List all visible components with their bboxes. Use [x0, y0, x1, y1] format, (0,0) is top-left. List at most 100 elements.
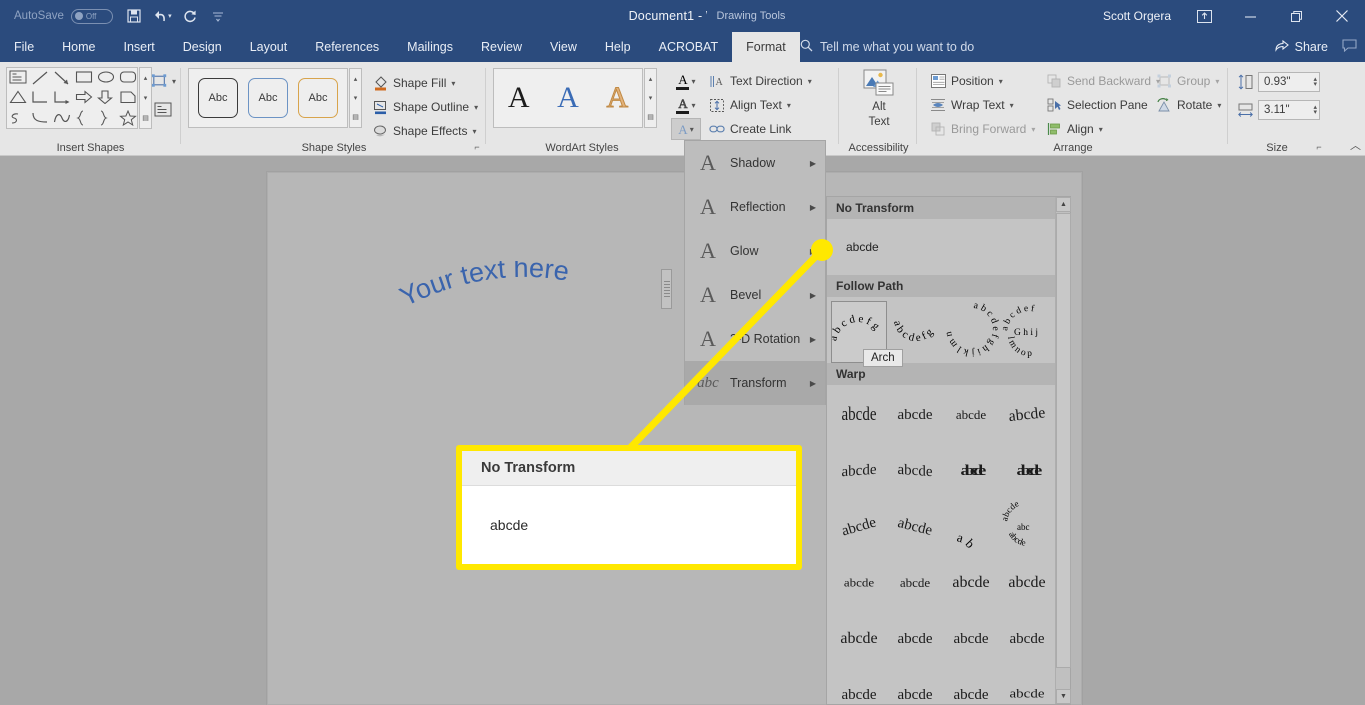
chevron-down-icon[interactable]: ▾: [691, 77, 695, 86]
shape-width-input[interactable]: 3.11" ▴ ▾: [1258, 100, 1320, 120]
chevron-down-icon[interactable]: ▾: [999, 77, 1003, 86]
insert-shapes-gallery[interactable]: [6, 67, 138, 129]
warp-item[interactable]: abcde: [995, 383, 1060, 448]
warp-item[interactable]: abcde: [943, 555, 999, 611]
warp-item[interactable]: a b c d e: [943, 499, 999, 555]
selection-pane-button[interactable]: Selection Pane: [1046, 94, 1148, 116]
tab-file[interactable]: File: [0, 32, 48, 62]
restore-icon[interactable]: [1273, 0, 1319, 32]
shape-down-arrow-icon[interactable]: [96, 90, 115, 106]
shape-star-icon[interactable]: [119, 109, 137, 127]
minimize-icon[interactable]: [1227, 0, 1273, 32]
menu-item-bevel[interactable]: A Bevel ▶: [685, 273, 825, 317]
shape-outline-button[interactable]: Shape Outline ▾: [372, 96, 478, 118]
comments-icon[interactable]: [1342, 39, 1357, 55]
warp-item[interactable]: abcde: [943, 667, 999, 705]
shape-style-swatch[interactable]: Abc: [298, 78, 338, 118]
width-spinner[interactable]: ▴ ▾: [1313, 104, 1317, 116]
text-outline-button[interactable]: A ▾: [671, 94, 701, 116]
warp-item[interactable]: abcde: [943, 611, 999, 667]
wordart-scroll-down-icon[interactable]: ▾: [649, 94, 653, 102]
shape-styles-scroll-up-icon[interactable]: ▴: [354, 75, 358, 83]
user-account-name[interactable]: Scott Orgera: [1093, 9, 1181, 23]
shape-styles-scroll-down-icon[interactable]: ▾: [354, 94, 358, 102]
shape-width-control[interactable]: 3.11" ▴ ▾: [1236, 100, 1320, 120]
chevron-down-icon[interactable]: ▾: [808, 77, 812, 86]
tab-acrobat[interactable]: ACROBAT: [645, 32, 733, 62]
warp-item[interactable]: abcde: [886, 554, 945, 610]
menu-item-transform[interactable]: abc Transform ▶: [685, 361, 825, 405]
shape-curve-icon[interactable]: [31, 110, 49, 126]
shape-style-swatch[interactable]: Abc: [198, 78, 238, 118]
follow-path-circle[interactable]: a b c d e f g h i j k l m n: [943, 300, 1001, 363]
chevron-down-icon[interactable]: ▾: [787, 101, 791, 110]
shape-left-brace-icon[interactable]: [75, 110, 93, 126]
shape-styles-dialog-launcher[interactable]: ⌐: [471, 141, 483, 153]
warp-item[interactable]: abcde: [887, 667, 943, 705]
warp-item[interactable]: abcde: [831, 441, 887, 501]
menu-item-3d-rotation[interactable]: A 3-D Rotation ▶: [685, 317, 825, 361]
collapse-ribbon-icon[interactable]: ︿: [1350, 137, 1361, 153]
shape-rectangle-icon[interactable]: [75, 70, 93, 86]
warp-item[interactable]: abcde: [887, 611, 943, 667]
align-text-button[interactable]: Align Text ▾: [709, 94, 791, 116]
tab-design[interactable]: Design: [169, 32, 236, 62]
warp-item[interactable]: abcde: [824, 492, 893, 561]
shape-fill-button[interactable]: Shape Fill ▾: [372, 72, 455, 94]
share-button[interactable]: Share: [1275, 39, 1328, 55]
menu-item-reflection[interactable]: A Reflection ▶: [685, 185, 825, 229]
tab-references[interactable]: References: [301, 32, 393, 62]
warp-item[interactable]: abcde: [881, 493, 949, 561]
size-dialog-launcher[interactable]: ⌐: [1313, 141, 1325, 153]
chevron-down-icon[interactable]: ▾: [474, 103, 478, 112]
position-button[interactable]: Position ▾: [930, 70, 1003, 92]
shape-styles-more-icon[interactable]: ▤: [352, 113, 359, 121]
shape-line-icon[interactable]: [31, 70, 49, 86]
warp-item[interactable]: abcde: [943, 387, 999, 443]
shape-scribble-icon[interactable]: [9, 110, 27, 126]
no-transform-item[interactable]: abcde: [827, 219, 1070, 275]
shape-styles-scroll[interactable]: ▴ ▾ ▤: [349, 68, 362, 128]
menu-item-shadow[interactable]: A Shadow ▶: [685, 141, 825, 185]
tab-help[interactable]: Help: [591, 32, 645, 62]
text-effects-button[interactable]: A ▾: [671, 118, 701, 140]
rotate-button[interactable]: Rotate ▾: [1156, 94, 1221, 116]
warp-item[interactable]: abcdeabcabcde: [999, 499, 1055, 555]
align-objects-button[interactable]: Align ▾: [1046, 118, 1103, 140]
warp-item[interactable]: abcde: [886, 388, 945, 444]
tab-mailings[interactable]: Mailings: [393, 32, 467, 62]
tab-layout[interactable]: Layout: [236, 32, 302, 62]
tab-view[interactable]: View: [536, 32, 591, 62]
chevron-down-icon[interactable]: ▾: [690, 125, 694, 134]
tab-insert[interactable]: Insert: [110, 32, 169, 62]
chevron-down-icon[interactable]: ▾: [451, 79, 455, 88]
chevron-down-icon[interactable]: ▾: [1010, 101, 1014, 110]
chevron-down-icon[interactable]: ▾: [691, 101, 695, 110]
text-fill-button[interactable]: A ▾: [671, 70, 701, 92]
tab-review[interactable]: Review: [467, 32, 536, 62]
wordart-style-swatch[interactable]: A: [606, 81, 629, 115]
text-direction-button[interactable]: A Text Direction ▾: [709, 70, 812, 92]
shapes-scroll-down-icon[interactable]: ▾: [144, 94, 148, 102]
shape-freeform-icon[interactable]: [53, 110, 71, 126]
warp-item[interactable]: abcde: [999, 670, 1055, 705]
shape-elbow-arrow-connector-icon[interactable]: [53, 90, 71, 106]
shapes-more-icon[interactable]: ▤: [142, 114, 149, 122]
warp-item[interactable]: abcde: [999, 555, 1055, 611]
warp-item[interactable]: abcde: [887, 441, 943, 501]
warp-item[interactable]: abcde: [831, 558, 887, 608]
wordart-object[interactable]: Your text here: [396, 261, 636, 321]
chevron-down-icon[interactable]: ▾: [1217, 101, 1221, 110]
shape-right-brace-icon[interactable]: [97, 110, 115, 126]
shape-rounded-rectangle-icon[interactable]: [119, 70, 137, 86]
wordart-style-swatch[interactable]: A: [508, 81, 530, 115]
scrollbar-thumb[interactable]: [1056, 213, 1071, 668]
wordart-style-swatch[interactable]: A: [557, 81, 579, 115]
warp-item[interactable]: abcde: [999, 611, 1055, 667]
alt-text-button[interactable]: Alt Text: [850, 68, 908, 134]
tab-format[interactable]: Format: [732, 32, 800, 62]
tell-me-search[interactable]: Tell me what you want to do: [800, 32, 974, 62]
shape-textbox-icon[interactable]: [9, 70, 27, 86]
chevron-down-icon[interactable]: ▾: [1099, 125, 1103, 134]
edit-shape-icon[interactable]: ▾: [150, 70, 176, 92]
